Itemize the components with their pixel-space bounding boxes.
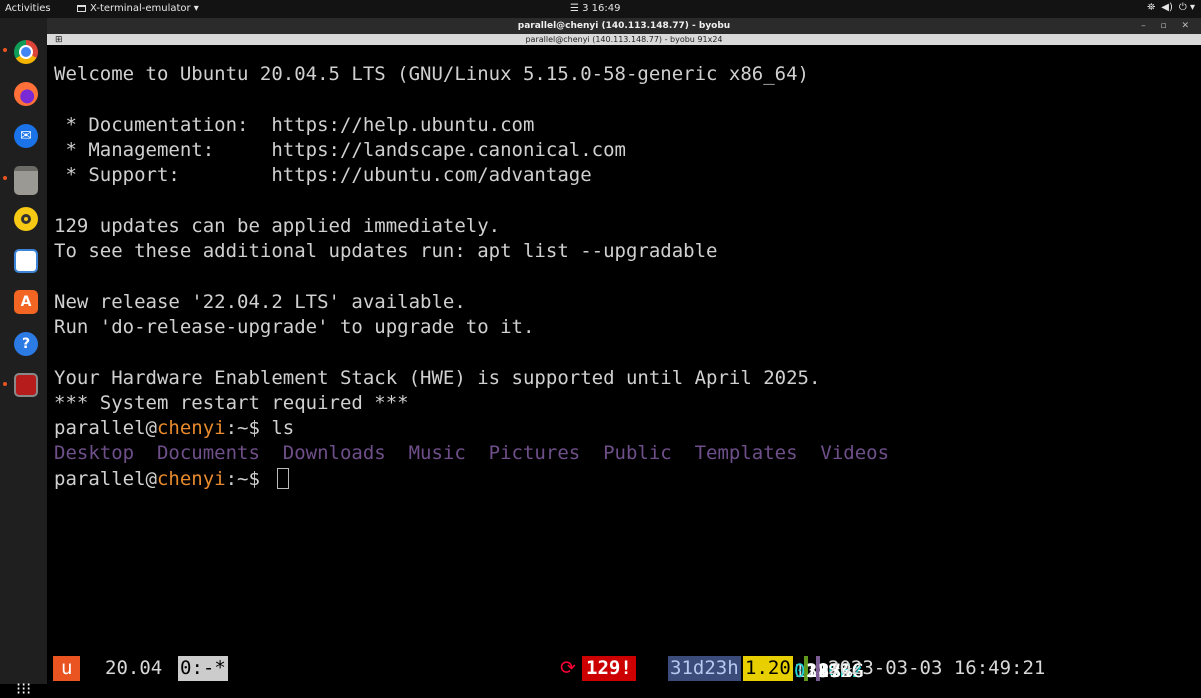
- volume-icon[interactable]: ◀): [1161, 2, 1173, 13]
- prompt-host: chenyi: [156, 417, 226, 440]
- chrome-icon[interactable]: [14, 40, 38, 64]
- files-icon[interactable]: [14, 166, 38, 195]
- app-center-icon[interactable]: A: [14, 290, 38, 314]
- byobu-status-bar: u 20.04 0:-* ⟳ 129! 31d23h 1.20 12x 0.8GH…: [47, 653, 1201, 684]
- prompt-user: parallel@: [54, 417, 157, 440]
- uptime: 31d23h: [668, 656, 741, 681]
- doc-line: * Documentation: https://help.ubuntu.com: [54, 113, 535, 136]
- release-line: New release '22.04.2 LTS' available.: [54, 290, 466, 313]
- support-line: * Support: https://ubuntu.com/advantage: [54, 164, 592, 187]
- activities-button[interactable]: Activities: [5, 3, 51, 14]
- running-indicator: [3, 176, 7, 180]
- byobu-logo: u: [53, 656, 81, 681]
- prompt-tail: :~$: [225, 467, 272, 490]
- app-menu-label: X-terminal-emulator ▾: [90, 3, 199, 14]
- running-indicator: [3, 382, 7, 386]
- prompt-tail: :~$: [225, 417, 272, 440]
- updates-hint-line: To see these additional updates run: apt…: [54, 240, 718, 263]
- top-bar: Activities X-terminal-emulator ▾ ☰ 3 16:…: [0, 0, 1201, 18]
- show-applications-icon[interactable]: ⁝⁝⁝: [16, 679, 31, 698]
- release-hint-line: Run 'do-release-upgrade' to upgrade to i…: [54, 315, 535, 338]
- prompt-user: parallel@: [54, 467, 157, 490]
- running-indicator: [3, 48, 7, 52]
- disk-info: 234G 87%: [816, 656, 864, 682]
- restart-line: *** System restart required ***: [54, 391, 409, 414]
- load-average: 1.20: [743, 656, 793, 681]
- firefox-icon[interactable]: [14, 82, 38, 106]
- updates-count: 129!: [582, 656, 636, 681]
- window-titlebar[interactable]: parallel@chenyi (140.113.148.77) - byobu…: [47, 18, 1201, 34]
- command: ls: [271, 417, 295, 440]
- terminal-icon[interactable]: [14, 373, 38, 397]
- window-controls-icons[interactable]: – ▫ ✕: [1141, 21, 1195, 31]
- window-icon: [77, 5, 86, 12]
- ls-output: Desktop Documents Downloads Music Pictur…: [54, 442, 890, 465]
- os-version: 20.04: [105, 657, 163, 679]
- window-title: parallel@chenyi (140.113.148.77) - byobu: [517, 21, 731, 31]
- thunderbird-icon[interactable]: ✉: [14, 124, 38, 148]
- window-controls[interactable]: – ▫ ✕: [1141, 18, 1195, 34]
- updates-line: 129 updates can be applied immediately.: [54, 214, 501, 237]
- window-subtitle: parallel@chenyi (140.113.148.77) - byobu…: [525, 35, 723, 44]
- help-icon[interactable]: ?: [14, 332, 38, 356]
- clock[interactable]: ☰ 3 16:49: [570, 3, 621, 14]
- prompt-host: chenyi: [156, 467, 226, 490]
- prompt-line: parallel@chenyi:~$ ls: [54, 416, 1194, 441]
- app-menu[interactable]: X-terminal-emulator ▾: [77, 3, 199, 14]
- system-tray[interactable]: ⛯ ◀) ⏻ ▾: [1147, 2, 1195, 13]
- updates-icon: ⟳: [560, 657, 576, 679]
- window-subtitle-bar: ⊞ parallel@chenyi (140.113.148.77) - byo…: [47, 34, 1201, 45]
- prompt-line-active[interactable]: parallel@chenyi:~$: [54, 467, 1194, 492]
- datetime: 2023-03-03 16:49:21: [828, 657, 1046, 679]
- memory-info: 31.2G 19%: [804, 656, 863, 682]
- management-line: * Management: https://landscape.canonica…: [54, 138, 626, 161]
- writer-icon[interactable]: [14, 249, 38, 273]
- window-list[interactable]: 0:-*: [178, 656, 228, 681]
- cursor: [277, 467, 290, 489]
- dock: ✉ A ? ⁝⁝⁝: [0, 18, 47, 698]
- grip-icon: ⊞: [55, 35, 63, 45]
- welcome-line: Welcome to Ubuntu 20.04.5 LTS (GNU/Linux…: [54, 63, 809, 85]
- network-icon[interactable]: ⛯: [1147, 2, 1155, 13]
- power-icon[interactable]: ⏻ ▾: [1179, 2, 1195, 13]
- rhythmbox-icon[interactable]: [14, 207, 38, 231]
- terminal-output[interactable]: Welcome to Ubuntu 20.04.5 LTS (GNU/Linux…: [54, 62, 1194, 492]
- hwe-line: Your Hardware Enablement Stack (HWE) is …: [54, 366, 821, 389]
